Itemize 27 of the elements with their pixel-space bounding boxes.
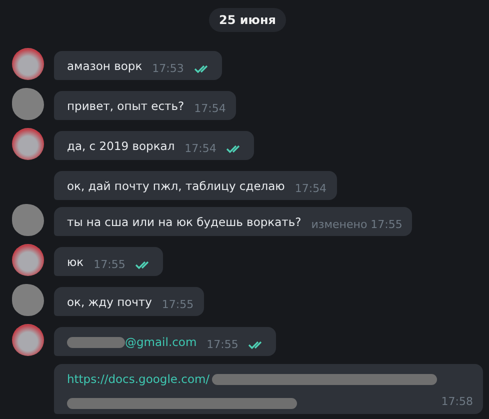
message-text: ок, жду почту xyxy=(67,294,152,311)
message-text: да, с 2019 воркал xyxy=(67,138,175,155)
message-time: изменено 17:55 xyxy=(311,216,402,232)
message-time: 17:55 xyxy=(206,336,238,352)
message-time: 17:53 xyxy=(152,60,184,76)
message-text: амазон ворк xyxy=(67,58,142,75)
message-time: 17:55 xyxy=(94,256,126,272)
message-text: ок, дай почту пжл, таблицу сделаю xyxy=(67,178,285,195)
date-label: 25 июня xyxy=(209,8,286,32)
avatar-photo-placeholder xyxy=(12,324,44,356)
blurred-avatar xyxy=(12,88,44,120)
email-link[interactable]: @gmail.com xyxy=(125,334,197,351)
avatar-photo-placeholder xyxy=(12,244,44,276)
message-text: ты на сша или на юк будешь воркать? xyxy=(67,214,302,231)
message-time: 17:54 xyxy=(184,140,216,156)
message-time: 17:55 xyxy=(162,296,194,312)
link-text[interactable]: https://docs.google.com/ xyxy=(67,371,210,388)
blurred-avatar xyxy=(12,204,44,236)
avatar-photo-placeholder xyxy=(12,48,44,80)
avatar-photo-placeholder xyxy=(12,128,44,160)
message-text: привет, опыт есть? xyxy=(67,98,184,115)
message-time: 17:58 xyxy=(441,394,473,410)
message-text: юк xyxy=(67,254,84,271)
message-time: 17:54 xyxy=(294,180,327,196)
redaction-mark xyxy=(67,336,125,348)
message-time: 17:54 xyxy=(194,100,226,116)
blurred-avatar xyxy=(12,284,44,316)
